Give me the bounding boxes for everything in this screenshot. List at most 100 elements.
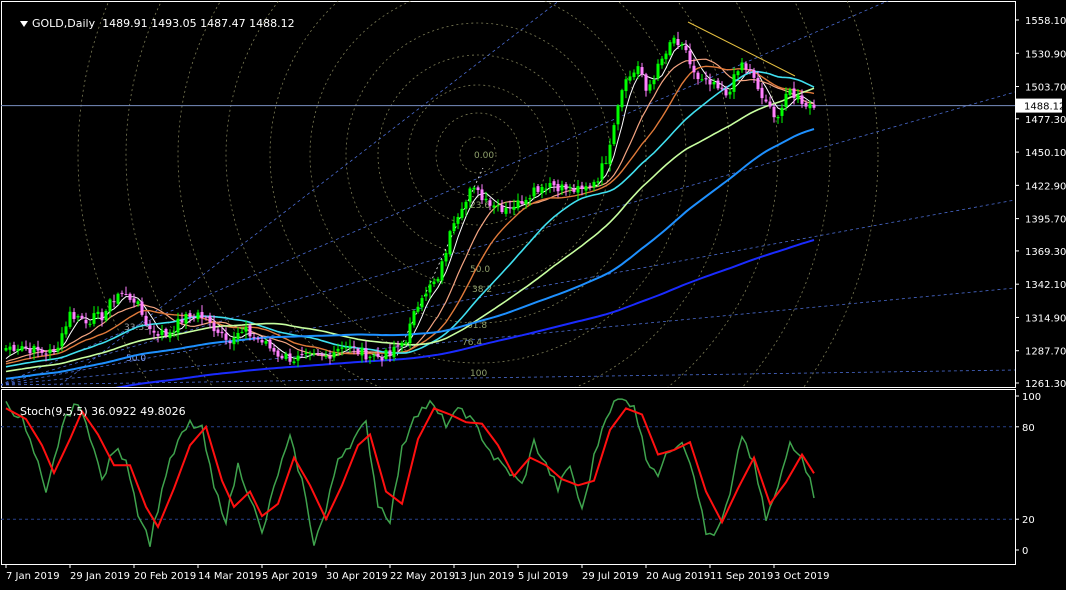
candle-body	[720, 87, 724, 89]
x-tick-label: 14 Mar 2019	[198, 571, 261, 582]
candle-body	[708, 79, 712, 85]
candle-body	[256, 338, 260, 340]
candle-body	[20, 346, 24, 351]
candle-body	[408, 323, 412, 344]
candle-body	[516, 200, 520, 209]
candle-body	[156, 334, 160, 336]
candle-body	[316, 353, 320, 355]
candle-body	[700, 79, 704, 81]
chart-header: GOLD,Daily 1489.91 1493.05 1487.47 1488.…	[6, 4, 295, 43]
x-tick-label: 7 Jan 2019	[6, 571, 60, 582]
y-tick-label: 1287.70	[1025, 347, 1066, 358]
candle-body	[648, 84, 652, 91]
candle-body	[588, 185, 592, 187]
candle-body	[180, 319, 184, 323]
chart-canvas[interactable]: 0.0023.638.250.061.876.410033.3350.0 155…	[0, 0, 1066, 586]
candle-body	[376, 353, 380, 357]
candle-body	[492, 205, 496, 208]
candle-body	[244, 326, 248, 332]
y-tick-label: 1395.70	[1025, 215, 1066, 226]
y-tick-label: 1314.90	[1025, 313, 1066, 324]
candle-body	[696, 72, 700, 80]
candle-body	[684, 45, 688, 51]
candle-body	[92, 313, 96, 324]
candle-body	[412, 311, 416, 326]
candle-body	[404, 342, 408, 344]
candle-body	[300, 353, 304, 355]
candle-body	[80, 315, 84, 319]
candle-body	[208, 315, 212, 323]
candle-body	[808, 104, 812, 109]
candle-body	[812, 104, 816, 108]
candle-body	[580, 185, 584, 189]
candle-body	[660, 58, 664, 66]
candle-body	[44, 353, 48, 355]
candle-body	[260, 340, 264, 343]
candle-body	[652, 79, 656, 85]
y-tick-label: 1422.90	[1025, 181, 1066, 192]
candle-body	[788, 89, 792, 95]
y-tick-label: 1477.30	[1025, 115, 1066, 126]
candle-body	[72, 312, 76, 319]
candle-body	[768, 101, 772, 107]
candle-body	[756, 78, 760, 90]
candle-body	[380, 356, 384, 361]
candle-body	[536, 186, 540, 192]
candle-body	[356, 348, 360, 355]
candle-body	[336, 348, 340, 352]
candle-body	[12, 344, 16, 351]
candle-body	[36, 346, 40, 351]
y-tick-label: 1558.10	[1025, 16, 1066, 27]
candle-body	[220, 331, 224, 334]
candle-body	[392, 346, 396, 358]
candle-body	[704, 78, 708, 80]
x-tick-label: 3 Oct 2019	[774, 571, 829, 582]
candle-body	[584, 186, 588, 191]
candle-body	[364, 348, 368, 360]
fib-label: 100	[470, 369, 487, 379]
stoch-y-tick-label: 100	[1022, 392, 1041, 403]
candle-body	[576, 186, 580, 193]
candle-body	[616, 105, 620, 125]
candle-body	[372, 355, 376, 357]
candle-body	[796, 95, 800, 100]
collapse-triangle-icon[interactable]	[20, 21, 28, 27]
candle-body	[620, 90, 624, 108]
candle-body	[496, 205, 500, 207]
x-tick-label: 13 Jun 2019	[454, 571, 514, 582]
candle-body	[400, 342, 404, 347]
candle-body	[96, 311, 100, 315]
candle-body	[104, 310, 108, 321]
candle-body	[540, 186, 544, 194]
candle-body	[416, 306, 420, 312]
candle-body	[428, 284, 432, 293]
candle-body	[624, 79, 628, 92]
candle-body	[160, 330, 164, 335]
candle-body	[140, 301, 144, 315]
candle-body	[772, 106, 776, 118]
candle-body	[136, 301, 140, 305]
candle-body	[564, 184, 568, 190]
ohlc-label: 1489.91 1493.05 1487.47 1488.12	[102, 17, 295, 30]
candle-body	[296, 355, 300, 361]
candle-body	[204, 316, 208, 318]
candle-body	[272, 348, 276, 352]
y-tick-label: 1503.70	[1025, 83, 1066, 94]
candle-body	[792, 88, 796, 98]
candle-body	[544, 188, 548, 190]
candle-body	[24, 346, 28, 348]
stoch-header: Stoch(9,5,5) 36.0922 49.8026	[6, 392, 186, 431]
candle-body	[764, 99, 768, 102]
candle-body	[184, 314, 188, 324]
candle-body	[32, 345, 36, 353]
candle-body	[388, 350, 392, 356]
candle-body	[120, 292, 124, 294]
candle-body	[484, 198, 488, 201]
candle-body	[600, 163, 604, 180]
candle-body	[504, 207, 508, 214]
candle-body	[748, 69, 752, 71]
candle-body	[656, 63, 660, 79]
candle-body	[116, 293, 120, 304]
x-tick-label: 11 Sep 2019	[710, 571, 773, 582]
candle-body	[8, 346, 12, 350]
